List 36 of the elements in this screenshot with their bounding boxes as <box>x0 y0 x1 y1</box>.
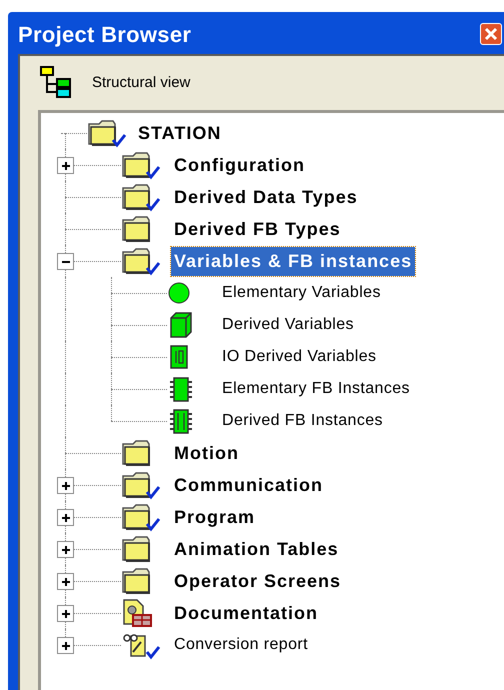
tree-item-label[interactable]: STATION <box>135 120 224 146</box>
plus-icon <box>60 160 72 172</box>
tree-item-label[interactable]: Derived Data Types <box>171 184 361 210</box>
expand-button[interactable] <box>57 509 74 526</box>
close-icon <box>484 27 498 41</box>
view-label: Structural view <box>92 72 190 93</box>
expand-button[interactable] <box>57 477 74 494</box>
tree-item-label[interactable]: Communication <box>171 472 326 498</box>
plus-icon <box>60 608 72 620</box>
tree-item-label[interactable]: Program <box>171 504 258 530</box>
plus-icon <box>60 640 72 652</box>
expand-button[interactable] <box>57 541 74 558</box>
expand-button[interactable] <box>57 637 74 654</box>
plus-icon <box>60 512 72 524</box>
tree-item-label[interactable]: Animation Tables <box>171 536 342 562</box>
tree-item-label[interactable]: Motion <box>171 440 242 466</box>
window-title: Project Browser <box>18 20 192 49</box>
expand-button[interactable] <box>57 573 74 590</box>
tree-item-label[interactable]: Conversion report <box>171 633 311 657</box>
plus-icon <box>60 480 72 492</box>
plus-icon <box>60 544 72 556</box>
plus-icon <box>60 576 72 588</box>
tree-item-label[interactable]: Derived FB Types <box>171 216 344 242</box>
tree-item-label[interactable]: Documentation <box>171 600 322 626</box>
expand-button[interactable] <box>57 605 74 622</box>
tree-item-label[interactable]: Elementary Variables <box>219 281 384 305</box>
tree-item-label[interactable]: Derived Variables <box>219 313 357 337</box>
tree-item-label[interactable]: IO Derived Variables <box>219 345 380 369</box>
tree-item-label[interactable]: Configuration <box>171 152 308 178</box>
expand-button[interactable] <box>57 157 74 174</box>
tree-item-label[interactable]: Derived FB Instances <box>219 409 386 433</box>
tree-item-label[interactable]: Variables & FB instances <box>171 246 416 276</box>
tree-item-label[interactable]: Elementary FB Instances <box>219 377 413 401</box>
close-button[interactable] <box>480 23 502 45</box>
collapse-button[interactable] <box>57 253 74 270</box>
tree-item-label[interactable]: Operator Screens <box>171 568 344 594</box>
